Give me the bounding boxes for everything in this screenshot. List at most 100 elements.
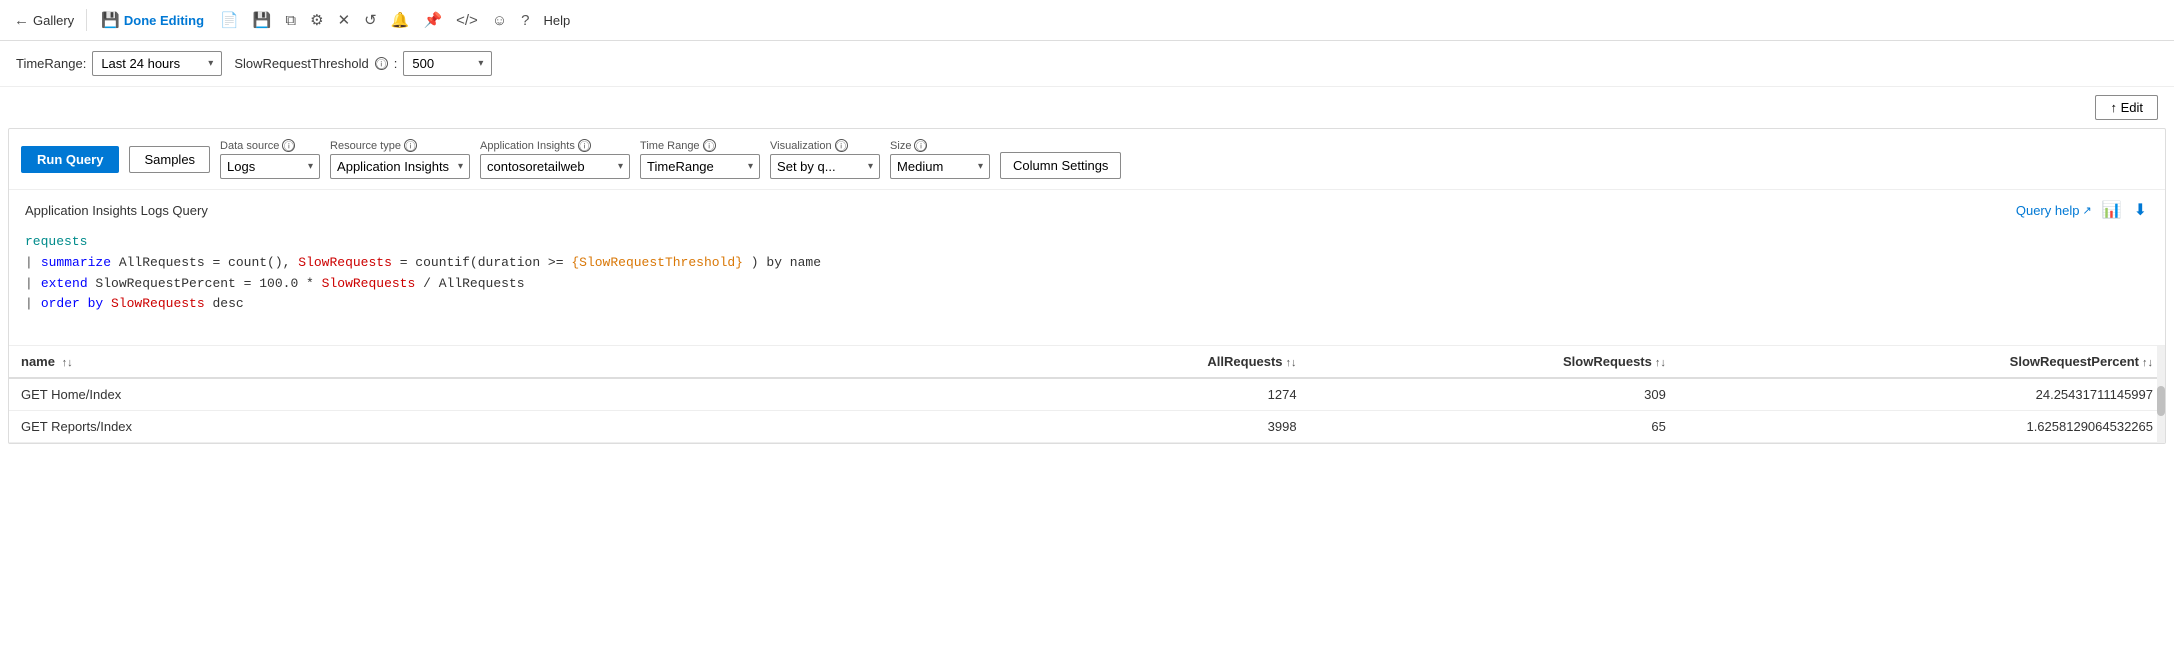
slow-request-input[interactable] xyxy=(412,56,472,71)
question-icon: ? xyxy=(521,12,529,29)
app-insights-info-icon[interactable]: ⓘ xyxy=(578,139,591,152)
visualization-select[interactable]: Set by q... ▾ xyxy=(770,154,880,179)
table-container: name ↑↓ AllRequests↑↓ SlowRequests↑↓ Slo… xyxy=(9,346,2165,443)
time-range-select[interactable]: Last 24 hours Last 7 days Last 30 days L… xyxy=(92,51,222,76)
top-toolbar: ← Gallery 💾 Done Editing 📄 💾 ⧉ ⚙ ✕ ↺ 🔔 📌… xyxy=(0,0,2174,41)
close-button[interactable]: ✕ xyxy=(332,7,357,33)
visualization-label: Visualization ⓘ xyxy=(770,139,880,152)
gear-icon: ⚙ xyxy=(310,11,323,29)
colon-separator: : xyxy=(394,56,398,71)
data-source-dropdown[interactable]: Logs xyxy=(227,159,304,174)
col-header-slowpercent[interactable]: SlowRequestPercent↑↓ xyxy=(1678,346,2165,378)
size-dropdown[interactable]: Medium xyxy=(897,159,974,174)
code-button[interactable]: </> xyxy=(450,8,484,33)
cell-allrequests-1: 3998 xyxy=(979,411,1308,443)
size-info-icon[interactable]: ⓘ xyxy=(914,139,927,152)
code-editor[interactable]: requests | summarize AllRequests = count… xyxy=(9,226,2165,346)
cell-allrequests-0: 1274 xyxy=(979,378,1308,411)
time-range-dropdown[interactable]: Last 24 hours Last 7 days Last 30 days L… xyxy=(101,56,202,71)
col-header-slowrequests[interactable]: SlowRequests↑↓ xyxy=(1309,346,1678,378)
data-source-select[interactable]: Logs ▾ xyxy=(220,154,320,179)
query-help-link[interactable]: Query help ↗ xyxy=(2016,203,2092,218)
code-countif: = countif(duration >= xyxy=(400,255,572,270)
kw-extend: extend xyxy=(41,276,96,291)
info-icon[interactable]: ⓘ xyxy=(375,57,388,70)
samples-button[interactable]: Samples xyxy=(129,146,210,173)
table-row: GET Home/Index 1274 309 24.2543171114599… xyxy=(9,378,2165,411)
edit-button[interactable]: ↑ Edit xyxy=(2095,95,2158,120)
chevron-down-icon-5: ▾ xyxy=(618,161,623,172)
chevron-down-icon: ▾ xyxy=(208,58,213,69)
header-row: name ↑↓ AllRequests↑↓ SlowRequests↑↓ Slo… xyxy=(9,346,2165,378)
controls-row: Run Query Samples Data source ⓘ Logs ▾ R… xyxy=(9,129,2165,190)
gallery-label: Gallery xyxy=(33,13,74,28)
resource-type-group: Resource type ⓘ Application Insights ▾ xyxy=(330,139,470,179)
new-workbook-button[interactable]: 📄 xyxy=(214,7,245,33)
visualization-info-icon[interactable]: ⓘ xyxy=(835,139,848,152)
slow-request-input-wrapper[interactable]: ▾ xyxy=(403,51,492,76)
cell-name-1: GET Reports/Index xyxy=(9,411,979,443)
resource-type-dropdown[interactable]: Application Insights xyxy=(337,159,454,174)
cell-name-0: GET Home/Index xyxy=(9,378,979,411)
size-group: Size ⓘ Medium ▾ xyxy=(890,139,990,179)
app-insights-dropdown[interactable]: contosoretailweb xyxy=(487,159,614,174)
kw-summarize: summarize xyxy=(41,255,119,270)
code-slowrequests-var: SlowRequests xyxy=(298,255,392,270)
alert-button[interactable]: 🔔 xyxy=(385,7,416,33)
main-panel: Run Query Samples Data source ⓘ Logs ▾ R… xyxy=(8,128,2166,444)
chevron-down-icon-6: ▾ xyxy=(748,161,753,172)
code-line-4: | order by SlowRequests desc xyxy=(25,294,2149,315)
sort-icon-slowpercent: ↑↓ xyxy=(2142,357,2153,369)
vertical-scrollbar[interactable] xyxy=(2157,346,2165,443)
data-source-info-icon[interactable]: ⓘ xyxy=(282,139,295,152)
emoji-button[interactable]: ☺ xyxy=(486,8,513,33)
col-header-name[interactable]: name ↑↓ xyxy=(9,346,979,378)
chart-icon[interactable]: 📊 xyxy=(2100,198,2124,222)
code-slowrequests-ref: SlowRequests xyxy=(322,276,416,291)
query-actions: Query help ↗ 📊 ⬇ xyxy=(2016,198,2149,222)
pin-button[interactable]: 📌 xyxy=(417,7,448,33)
time-range-info-icon[interactable]: ⓘ xyxy=(703,139,716,152)
toolbar-divider-1 xyxy=(86,9,87,31)
question-button[interactable]: ? xyxy=(515,8,535,33)
app-insights-select[interactable]: contosoretailweb ▾ xyxy=(480,154,630,179)
copy-button[interactable]: ⧉ xyxy=(279,8,302,33)
code-order-slowrequests: SlowRequests xyxy=(111,296,205,311)
column-settings-button[interactable]: Column Settings xyxy=(1000,152,1121,179)
resource-type-info-icon[interactable]: ⓘ xyxy=(404,139,417,152)
visualization-dropdown[interactable]: Set by q... xyxy=(777,159,864,174)
code-allrequests-var: AllRequests = count(), xyxy=(119,255,298,270)
query-header: Application Insights Logs Query Query he… xyxy=(9,190,2165,226)
cell-slowpercent-0: 24.25431711145997 xyxy=(1678,378,2165,411)
download-icon[interactable]: ⬇ xyxy=(2132,198,2149,222)
pin-icon: 📌 xyxy=(423,11,442,29)
run-query-button[interactable]: Run Query xyxy=(21,146,119,173)
bell-icon: 🔔 xyxy=(391,11,410,29)
time-range-ctrl-select[interactable]: TimeRange ▾ xyxy=(640,154,760,179)
table-row: GET Reports/Index 3998 65 1.625812906453… xyxy=(9,411,2165,443)
sort-icon-allrequests: ↑↓ xyxy=(1286,357,1297,369)
code-desc: desc xyxy=(212,296,243,311)
app-insights-label: Application Insights ⓘ xyxy=(480,139,630,152)
kw-order: order by xyxy=(41,296,111,311)
emoji-icon: ☺ xyxy=(492,12,507,29)
size-label: Size ⓘ xyxy=(890,139,990,152)
scrollbar-thumb[interactable] xyxy=(2157,386,2165,416)
col-header-allrequests[interactable]: AllRequests↑↓ xyxy=(979,346,1308,378)
save-button[interactable]: 💾 xyxy=(247,7,278,33)
code-threshold-param: {SlowRequestThreshold} xyxy=(571,255,743,270)
time-range-ctrl-dropdown[interactable]: TimeRange xyxy=(647,159,744,174)
settings-button[interactable]: ⚙ xyxy=(304,7,329,33)
size-select[interactable]: Medium ▾ xyxy=(890,154,990,179)
refresh-icon: ↺ xyxy=(364,11,377,29)
done-editing-button[interactable]: 💾 Done Editing xyxy=(93,7,212,33)
chevron-down-icon-8: ▾ xyxy=(978,161,983,172)
code-line-1: requests xyxy=(25,232,2149,253)
refresh-button[interactable]: ↺ xyxy=(358,7,383,33)
help-button[interactable]: Help xyxy=(537,9,576,32)
query-title: Application Insights Logs Query xyxy=(25,203,208,218)
data-source-label: Data source ⓘ xyxy=(220,139,320,152)
cell-slowrequests-1: 65 xyxy=(1309,411,1678,443)
gallery-button[interactable]: ← Gallery xyxy=(8,8,80,33)
resource-type-select[interactable]: Application Insights ▾ xyxy=(330,154,470,179)
